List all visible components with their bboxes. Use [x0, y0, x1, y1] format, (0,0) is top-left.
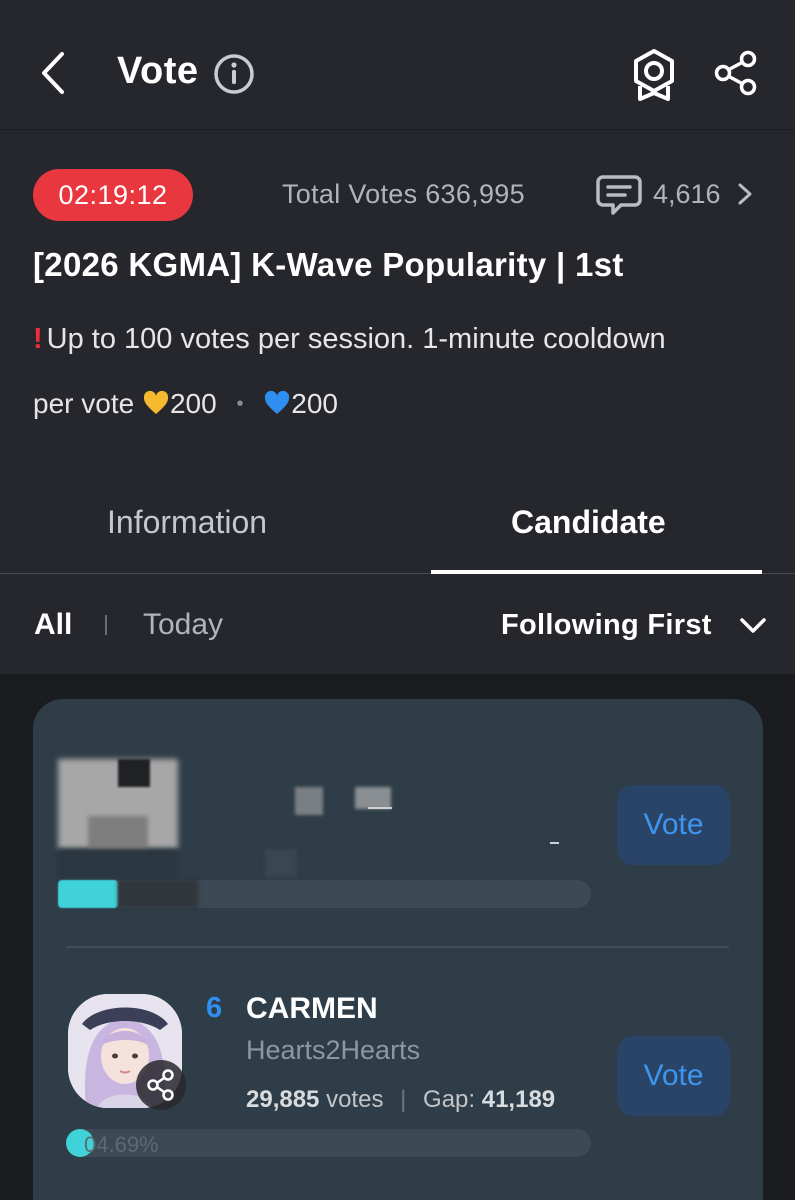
sort-dropdown[interactable]: Following First [501, 609, 712, 642]
back-arrow-icon[interactable] [30, 48, 80, 98]
candidate-rank: 6 [206, 992, 223, 1024]
filter-all[interactable]: All [34, 608, 72, 642]
filter-divider [105, 615, 107, 635]
voting-rule: ! Up to 100 votes per session. 1-minute c… [33, 323, 666, 355]
separator-dot: • [236, 393, 244, 415]
candidate-stats: 29,885 votes | Gap: 41,189 [246, 1086, 555, 1114]
filter-bar: All Today Following First [0, 575, 795, 674]
vote-button[interactable]: Vote [617, 1036, 730, 1116]
vote-count: 29,885 [246, 1086, 320, 1113]
tab-candidate[interactable]: Candidate [511, 504, 666, 541]
app-header: Vote [0, 0, 795, 130]
vote-unit: votes [326, 1086, 384, 1113]
avatar-share-button[interactable] [136, 1060, 186, 1110]
share-icon [147, 1069, 174, 1101]
info-icon[interactable] [213, 53, 255, 95]
candidate-group: Hearts2Hearts [246, 1035, 421, 1065]
total-votes: Total Votes 636,995 [282, 179, 525, 209]
candidate-name: CARMEN [246, 992, 378, 1025]
chevron-right-icon[interactable] [735, 181, 755, 207]
exclamation-icon: ! [33, 323, 43, 355]
blurred-stats [265, 849, 297, 877]
filter-today[interactable]: Today [143, 608, 223, 642]
chevron-down-icon[interactable] [738, 615, 768, 637]
stats-divider: | [400, 1086, 407, 1113]
candidate-list: Vote 6 CARMEN Hearts2Hearts 29,885 votes… [0, 674, 795, 1200]
blurred-dash [550, 842, 559, 844]
gap-value: 41,189 [481, 1086, 556, 1113]
tab-bar: Information Candidate [0, 480, 795, 574]
comment-count[interactable]: 4,616 [653, 179, 721, 210]
gold-heart-icon [143, 390, 169, 414]
page-title: Vote [117, 50, 199, 92]
vote-cost: per vote 200 • 200 [33, 388, 338, 419]
event-title: [2026 KGMA] K-Wave Popularity | 1st [33, 246, 624, 283]
blurred-name [355, 787, 391, 809]
row-divider [66, 946, 729, 948]
countdown-timer-badge: 02:19:12 [33, 169, 193, 221]
award-badge-icon[interactable] [630, 48, 678, 102]
gap-label: Gap: [423, 1086, 476, 1113]
vote-button[interactable]: Vote [617, 785, 730, 865]
vote-percent: 04.69% [84, 1132, 159, 1157]
tab-information[interactable]: Information [107, 504, 267, 541]
blurred-progress-bar [58, 880, 591, 908]
share-icon[interactable] [712, 50, 760, 96]
candidate-card: Vote 6 CARMEN Hearts2Hearts 29,885 votes… [33, 699, 763, 1200]
blurred-dash [368, 807, 392, 809]
active-tab-indicator [431, 570, 762, 574]
blurred-progress-fill [58, 880, 118, 908]
blue-heart-icon [265, 390, 290, 414]
blurred-rank [295, 787, 323, 815]
comment-icon[interactable] [595, 172, 643, 218]
